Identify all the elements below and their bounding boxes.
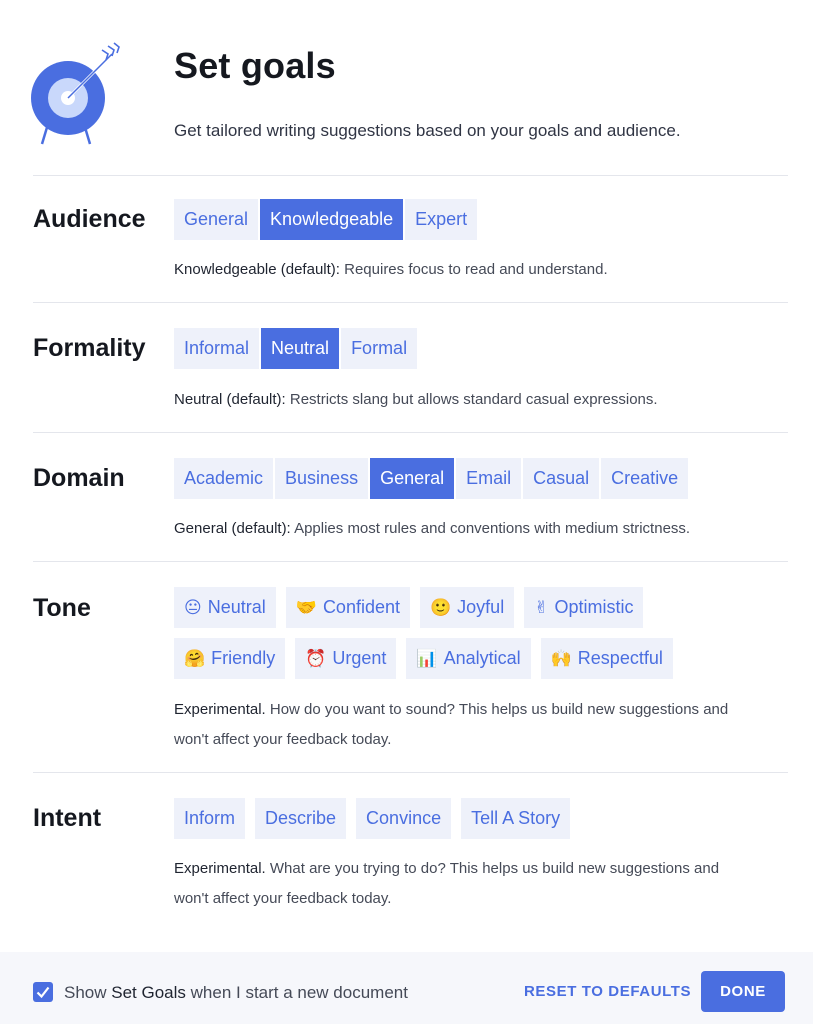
smiling-face-icon: 🙂	[430, 598, 452, 618]
tone-option-confident[interactable]: 🤝 Confident	[285, 587, 410, 628]
page-subtitle: Get tailored writing suggestions based o…	[174, 121, 681, 140]
tone-option-optimistic[interactable]: ✌ Optimistic	[524, 587, 644, 628]
tone-desc-strong: Experimental.	[174, 701, 266, 718]
intent-option-describe[interactable]: Describe	[255, 798, 347, 839]
footer-bar: Show Set Goals when I start a new docume…	[0, 952, 813, 1024]
tone-option-joyful[interactable]: 🙂 Joyful	[420, 587, 515, 628]
tone-desc-text: How do you want to sound? This helps us …	[265, 701, 729, 718]
tone-option-label: Confident	[322, 597, 400, 617]
intent-desc-text: What are you trying to do? This helps us…	[265, 860, 720, 877]
show-strong: Set Goals	[111, 983, 186, 1002]
audience-description: Knowledgeable (default): Requires focus …	[174, 255, 608, 285]
tone-options-row-2: 🤗 Friendly ⏰ Urgent 📊 Analytical 🙌 Respectfu…	[174, 638, 683, 679]
tone-options-row-1: 😐 Neutral 🤝 Confident 🙂 Joyful ✌ Optimistic	[174, 587, 653, 628]
tone-label: Tone	[33, 594, 91, 622]
domain-option-business[interactable]: Business	[275, 458, 369, 499]
formality-desc-strong: Neutral (default):	[174, 391, 286, 408]
intent-desc-strong: Experimental.	[174, 860, 266, 877]
domain-option-general[interactable]: General	[370, 458, 455, 499]
tone-desc-line-1: Experimental. How do you want to sound? …	[174, 695, 728, 725]
tone-option-label: Urgent	[332, 648, 387, 668]
audience-option-expert[interactable]: Expert	[405, 199, 478, 240]
raised-hands-icon: 🙌	[550, 649, 572, 669]
formality-desc-text: Restricts slang but allows standard casu…	[285, 391, 658, 408]
tone-option-label: Respectful	[577, 648, 663, 668]
done-button[interactable]: DONE	[701, 971, 785, 1012]
checkmark-icon	[36, 986, 50, 999]
formality-description: Neutral (default): Restricts slang but a…	[174, 385, 658, 415]
page-title: Set goals	[174, 45, 336, 86]
tone-option-label: Friendly	[211, 648, 276, 668]
intent-description: Experimental. What are you trying to do?…	[174, 854, 719, 914]
audience-desc-text: Requires focus to read and understand.	[339, 261, 608, 278]
intent-option-inform[interactable]: Inform	[174, 798, 246, 839]
formality-option-formal[interactable]: Formal	[341, 328, 418, 369]
tone-option-friendly[interactable]: 🤗 Friendly	[174, 638, 286, 679]
tone-option-label: Neutral	[207, 597, 266, 617]
tone-option-respectful[interactable]: 🙌 Respectful	[540, 638, 673, 679]
tone-option-label: Optimistic	[554, 597, 634, 617]
domain-option-creative[interactable]: Creative	[601, 458, 689, 499]
audience-desc-strong: Knowledgeable (default):	[174, 261, 340, 278]
intent-desc-line-2: won't affect your feedback today.	[174, 890, 392, 907]
alarm-clock-icon: ⏰	[305, 649, 327, 669]
handshake-icon: 🤝	[295, 598, 317, 618]
neutral-face-icon: 😐	[184, 598, 202, 618]
divider	[33, 302, 788, 303]
goals-header: Set goals Get tailored writing suggestio…	[0, 0, 813, 176]
audience-option-knowledgeable[interactable]: Knowledgeable	[260, 199, 404, 240]
intent-desc-line-1: Experimental. What are you trying to do?…	[174, 854, 719, 884]
domain-option-casual[interactable]: Casual	[523, 458, 600, 499]
show-set-goals-checkbox[interactable]	[33, 982, 53, 1002]
reset-to-defaults-button[interactable]: RESET TO DEFAULTS	[524, 983, 691, 1000]
domain-description: General (default): Applies most rules an…	[174, 514, 690, 544]
intent-option-tell-a-story[interactable]: Tell A Story	[461, 798, 571, 839]
intent-option-convince[interactable]: Convince	[356, 798, 452, 839]
intent-options: Inform Describe Convince Tell A Story	[174, 798, 580, 839]
divider	[33, 772, 788, 773]
formality-options: Informal Neutral Formal	[174, 328, 419, 369]
tone-option-label: Joyful	[457, 597, 505, 617]
tone-option-neutral[interactable]: 😐 Neutral	[174, 587, 276, 628]
tone-desc-line-2: won't affect your feedback today.	[174, 731, 392, 748]
domain-desc-strong: General (default):	[174, 520, 291, 537]
domain-desc-text: Applies most rules and conventions with …	[290, 520, 691, 537]
domain-option-academic[interactable]: Academic	[174, 458, 274, 499]
show-prefix: Show	[64, 983, 112, 1002]
domain-label: Domain	[33, 464, 125, 492]
tone-option-label: Analytical	[443, 648, 521, 668]
formality-option-neutral[interactable]: Neutral	[261, 328, 340, 369]
audience-options: General Knowledgeable Expert	[174, 199, 479, 240]
tone-description: Experimental. How do you want to sound? …	[174, 695, 728, 755]
victory-hand-icon: ✌	[534, 598, 549, 618]
tone-option-analytical[interactable]: 📊 Analytical	[406, 638, 531, 679]
audience-label: Audience	[33, 205, 146, 233]
bar-chart-icon: 📊	[416, 649, 438, 669]
show-suffix: when I start a new document	[185, 983, 408, 1002]
formality-option-informal[interactable]: Informal	[174, 328, 260, 369]
divider	[33, 432, 788, 433]
domain-options: Academic Business General Email Casual C…	[174, 458, 690, 499]
audience-option-general[interactable]: General	[174, 199, 259, 240]
show-set-goals-label: Show Set Goals when I start a new docume…	[64, 983, 408, 1003]
hugging-face-icon: 🤗	[184, 649, 206, 669]
tone-option-urgent[interactable]: ⏰ Urgent	[295, 638, 397, 679]
formality-label: Formality	[33, 334, 146, 362]
domain-option-email[interactable]: Email	[456, 458, 522, 499]
divider	[33, 561, 788, 562]
target-arrow-icon	[31, 42, 120, 145]
divider	[33, 175, 788, 176]
intent-label: Intent	[33, 804, 102, 832]
